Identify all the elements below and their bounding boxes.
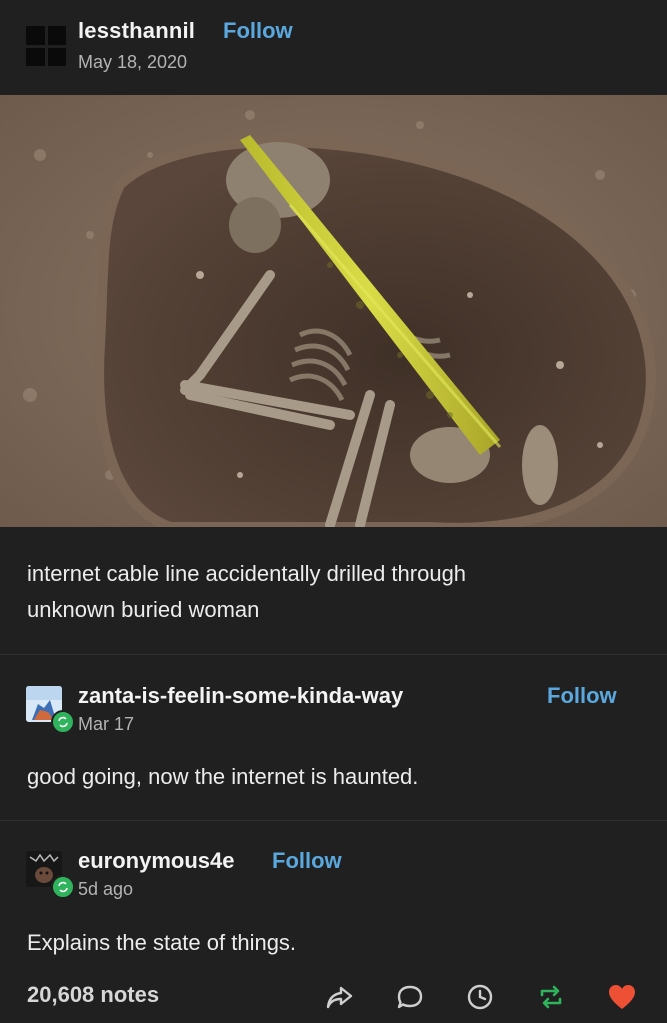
share-icon[interactable] xyxy=(322,980,356,1014)
caption-line-2: unknown buried woman xyxy=(27,597,260,622)
post-photo[interactable] xyxy=(0,95,667,527)
divider xyxy=(0,654,667,655)
reply-icon[interactable] xyxy=(393,980,427,1014)
reblog-time: Mar 17 xyxy=(78,714,135,734)
reblogger-name[interactable]: zanta-is-feelin-some-kinda-way xyxy=(78,683,403,709)
post-caption: internet cable line accidentally drilled… xyxy=(27,556,637,628)
like-heart-icon[interactable] xyxy=(605,980,639,1014)
post-date: May 18, 2020 xyxy=(78,52,188,72)
queue-clock-icon[interactable] xyxy=(463,980,497,1014)
reblog-icon[interactable] xyxy=(534,980,568,1014)
follow-button[interactable]: Follow xyxy=(272,848,342,874)
reblog-badge-icon xyxy=(51,875,75,899)
caption-line-1: internet cable line accidentally drilled… xyxy=(27,561,467,586)
post-header: lessthannil Follow May 18, 2020 xyxy=(0,0,667,95)
reblog-text: good going, now the internet is haunted. xyxy=(27,764,419,789)
follow-button[interactable]: Follow xyxy=(223,18,293,44)
reblog-text: Explains the state of things. xyxy=(27,930,297,955)
tumblr-post: lessthannil Follow May 18, 2020 internet… xyxy=(0,0,667,1023)
author-avatar[interactable] xyxy=(26,26,66,66)
notes-count[interactable]: 20,608 notes xyxy=(27,982,159,1008)
reblogger-name[interactable]: euronymous4e xyxy=(78,848,235,874)
follow-button[interactable]: Follow xyxy=(547,683,617,709)
divider xyxy=(0,820,667,821)
reblog-badge-icon xyxy=(51,710,75,734)
reblog-time: 5d ago xyxy=(78,879,134,899)
author-name[interactable]: lessthannil xyxy=(78,18,195,44)
